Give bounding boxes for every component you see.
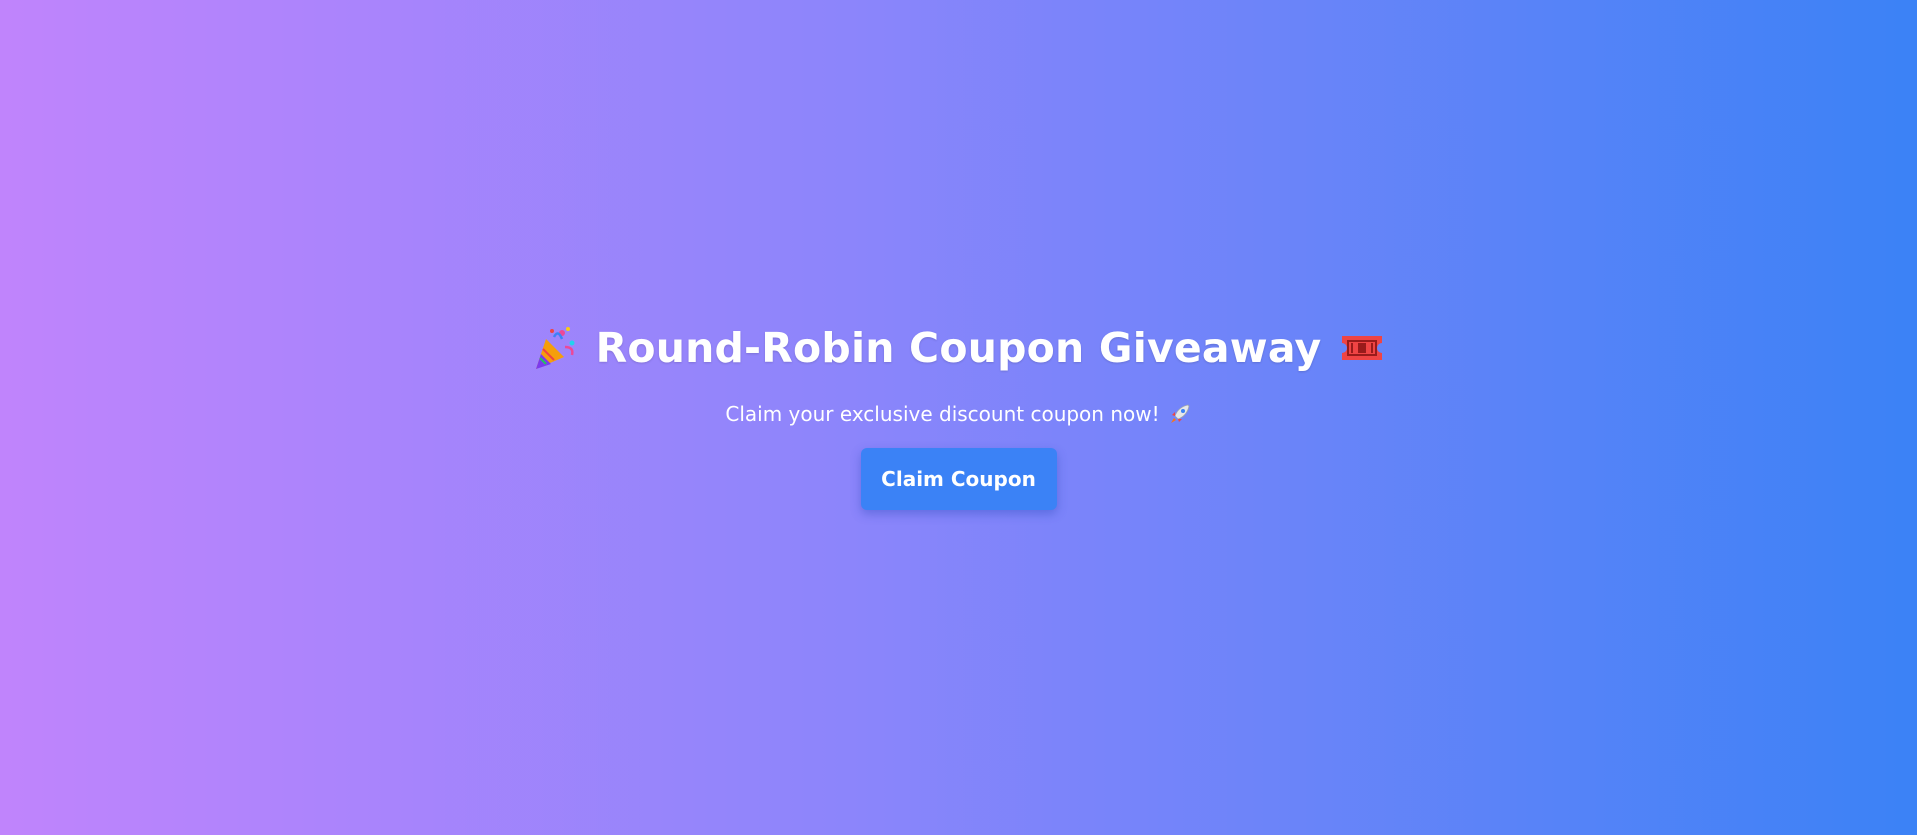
subtitle-text: Claim your exclusive discount coupon now… xyxy=(725,402,1160,426)
title-text: Round-Robin Coupon Giveaway xyxy=(595,324,1322,372)
hero-section: Round-Robin Coupon Giveaway Claim your e… xyxy=(0,318,1917,510)
party-popper-icon xyxy=(532,325,578,371)
subtitle: Claim your exclusive discount coupon now… xyxy=(725,398,1191,430)
page-title: Round-Robin Coupon Giveaway xyxy=(532,318,1386,378)
ticket-icon xyxy=(1339,325,1385,371)
rocket-icon xyxy=(1168,402,1192,426)
page: Round-Robin Coupon Giveaway Claim your e… xyxy=(0,0,1917,835)
claim-coupon-button[interactable]: Claim Coupon xyxy=(860,448,1057,510)
